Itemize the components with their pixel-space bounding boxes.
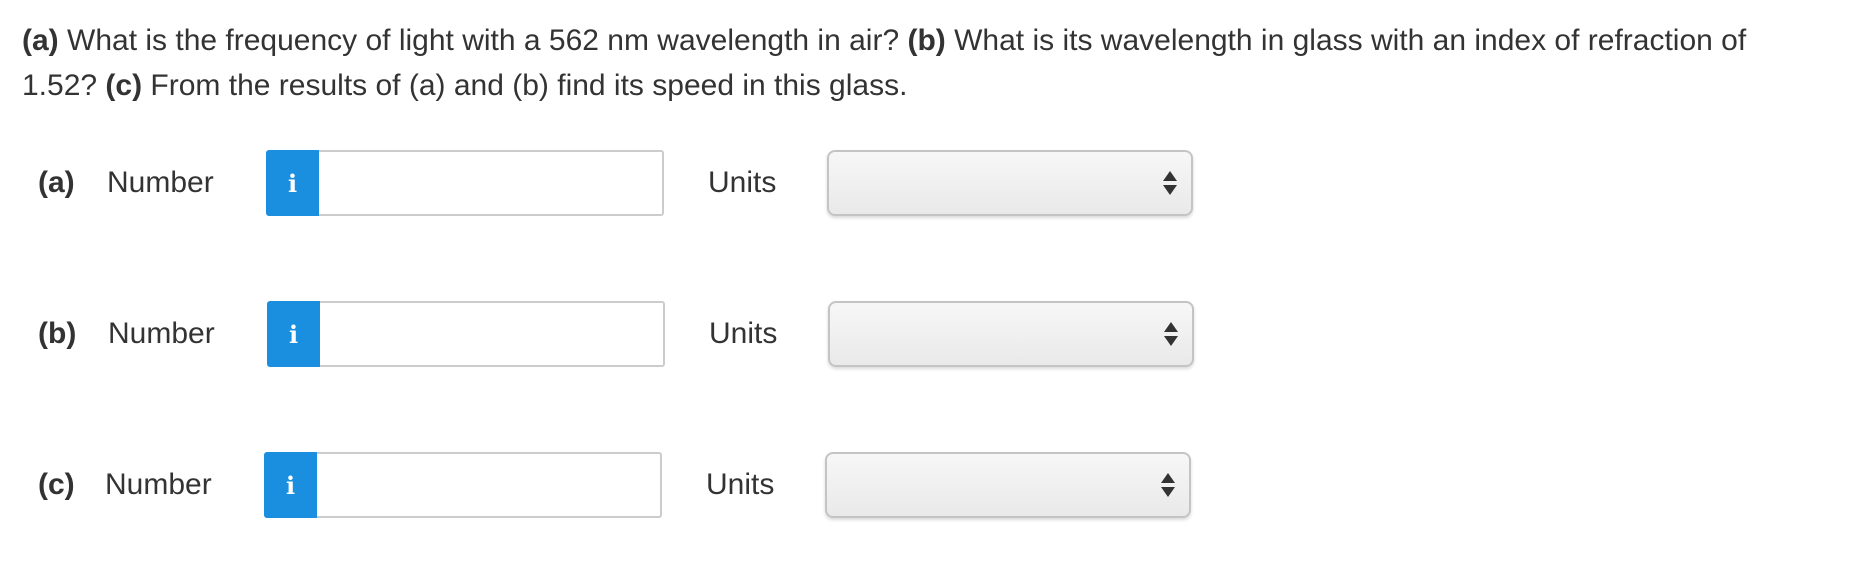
- select-arrows-icon: [1161, 473, 1175, 499]
- question-part-a-tag: (a): [22, 24, 59, 57]
- question-part-a-text: What is the frequency of light with a 56…: [58, 24, 908, 57]
- answer-row-c: (c) Number i Units: [0, 452, 1856, 518]
- info-icon[interactable]: i: [266, 150, 319, 216]
- part-label-c: (c): [38, 468, 75, 501]
- number-input-group-a: i: [266, 150, 666, 216]
- units-select-b[interactable]: [828, 301, 1194, 367]
- units-label-c: Units: [706, 468, 775, 501]
- units-select-c[interactable]: [825, 452, 1191, 518]
- question-part-c-tag: (c): [105, 69, 143, 102]
- number-input-b[interactable]: [320, 301, 665, 367]
- part-label-b: (b): [38, 317, 77, 350]
- number-label-c: Number: [105, 468, 212, 501]
- number-input-a[interactable]: [319, 150, 664, 216]
- number-input-group-c: i: [264, 452, 664, 518]
- number-label-a: Number: [107, 166, 214, 199]
- answer-row-b: (b) Number i Units: [0, 301, 1856, 367]
- select-arrows-icon: [1163, 171, 1177, 197]
- part-label-a: (a): [38, 166, 75, 199]
- question-part-b-tag: (b): [907, 24, 946, 57]
- answer-row-a: (a) Number i Units: [0, 150, 1856, 216]
- info-icon[interactable]: i: [267, 301, 320, 367]
- question-text: (a) What is the frequency of light with …: [22, 18, 1822, 108]
- number-input-group-b: i: [267, 301, 667, 367]
- info-icon[interactable]: i: [264, 452, 317, 518]
- number-input-c[interactable]: [317, 452, 662, 518]
- number-label-b: Number: [108, 317, 215, 350]
- units-label-b: Units: [709, 317, 778, 350]
- units-select-a[interactable]: [827, 150, 1193, 216]
- select-arrows-icon: [1164, 322, 1178, 348]
- units-label-a: Units: [708, 166, 777, 199]
- question-part-c-text: From the results of (a) and (b) find its…: [142, 69, 908, 102]
